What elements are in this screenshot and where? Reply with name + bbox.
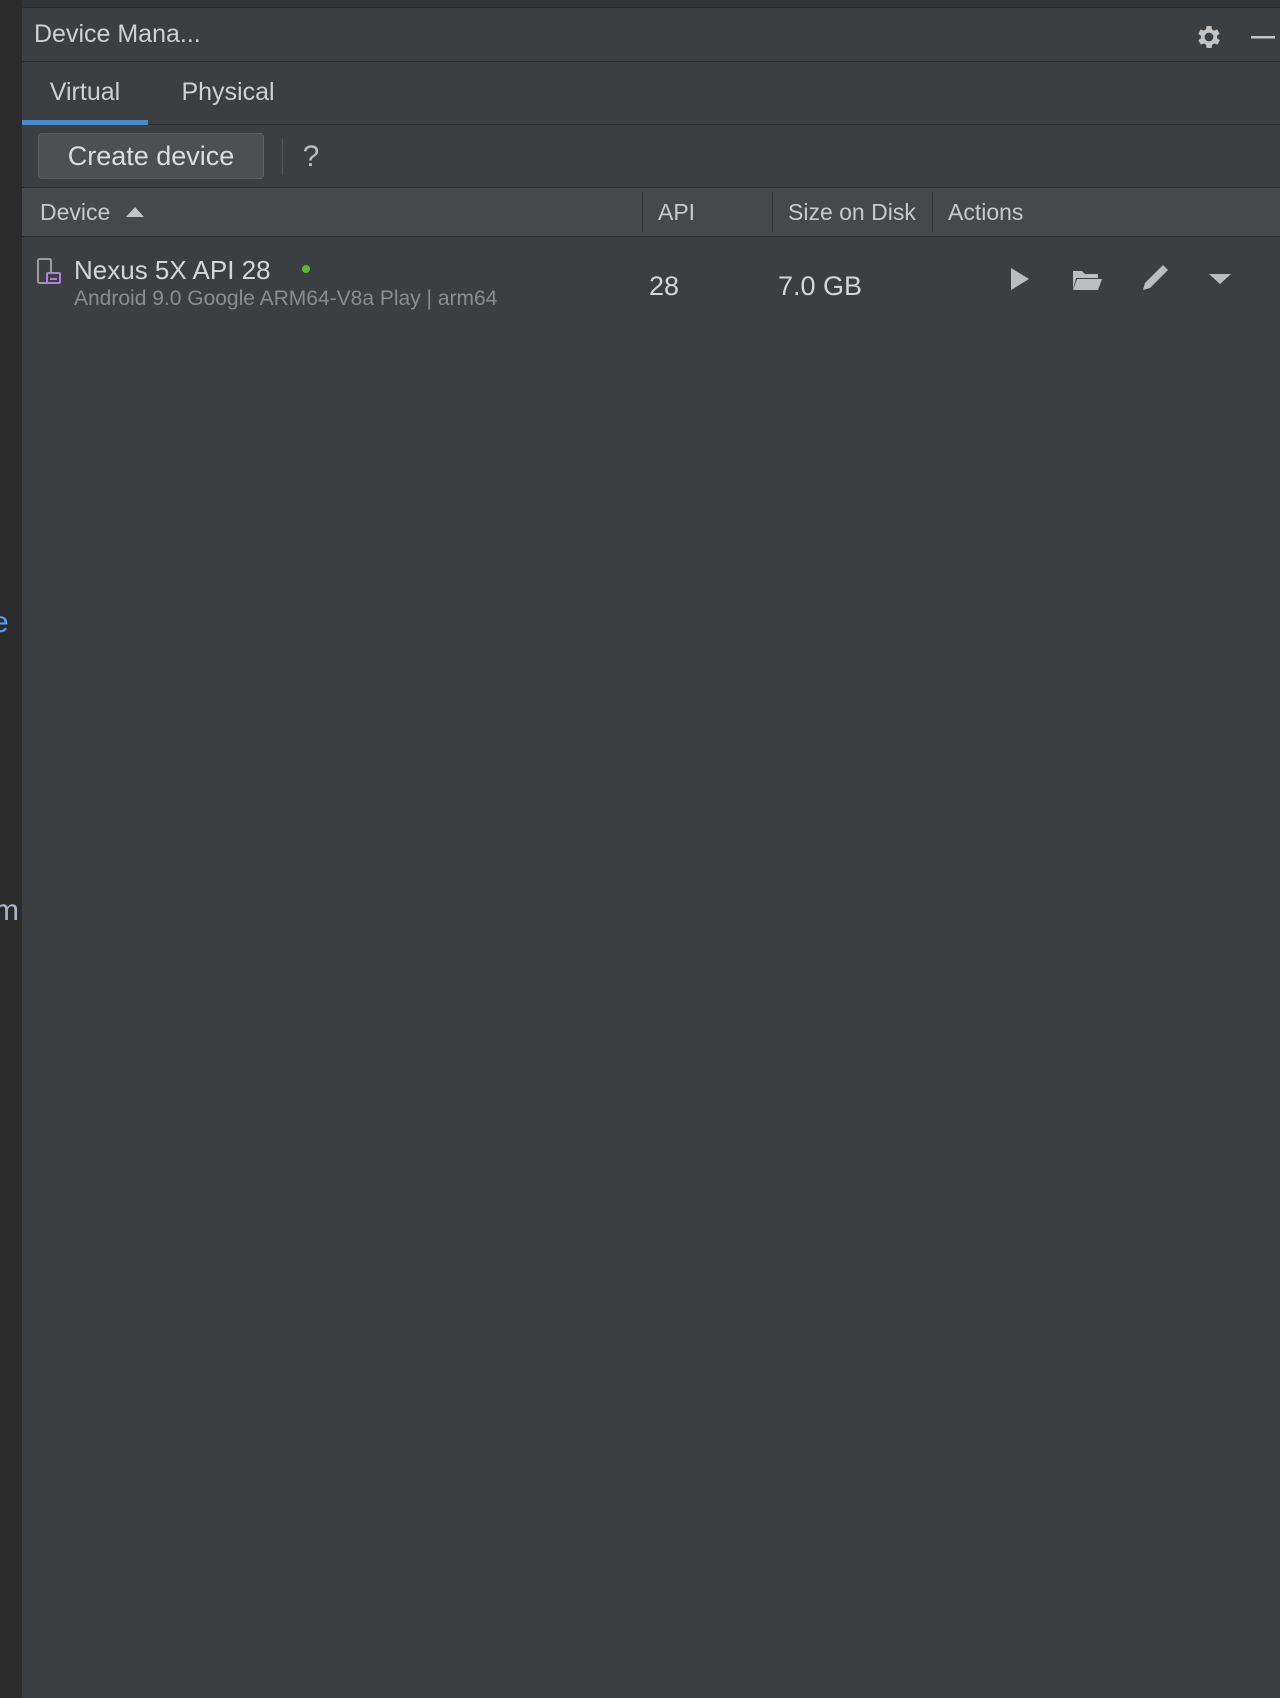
minimize-icon[interactable]	[1247, 22, 1277, 52]
panel-title: Device Mana...	[34, 20, 201, 48]
column-header-actions: Actions	[948, 199, 1024, 225]
device-api: 28	[649, 271, 680, 301]
toolbar-separator	[282, 139, 283, 175]
tab-physical[interactable]: Physical	[170, 62, 286, 124]
play-icon[interactable]	[998, 259, 1038, 299]
device-manager-window: e m Device Mana... Virtual Physical Crea…	[0, 0, 1280, 1698]
device-details: Android 9.0 Google ARM64-V8a Play | arm6…	[74, 287, 498, 310]
chevron-down-icon[interactable]	[1200, 259, 1240, 299]
editor-strip: e m	[0, 0, 23, 1698]
folder-icon[interactable]	[1066, 259, 1106, 299]
pencil-icon[interactable]	[1134, 259, 1174, 299]
title-bar: Device Mana...	[22, 8, 1280, 62]
panel-top-edge	[22, 0, 1280, 8]
column-separator[interactable]	[772, 192, 773, 232]
sort-ascending-icon[interactable]	[124, 202, 146, 222]
gear-icon[interactable]	[1194, 22, 1224, 52]
tab-virtual[interactable]: Virtual	[22, 62, 148, 125]
column-header-api[interactable]: API	[658, 188, 695, 236]
toolbar: Create device ?	[22, 125, 1280, 188]
column-header-device[interactable]: Device	[40, 188, 110, 236]
table-header: Device API Size on Disk Actions	[22, 188, 1280, 237]
device-manager-panel: Device Mana... Virtual Physical Create d…	[22, 0, 1280, 1698]
online-status-icon	[302, 265, 310, 273]
column-header-size[interactable]: Size on Disk	[788, 188, 916, 236]
help-icon[interactable]: ?	[296, 137, 326, 177]
table-row[interactable]: Nexus 5X API 28 Android 9.0 Google ARM64…	[22, 237, 1280, 331]
column-separator[interactable]	[642, 192, 643, 232]
editor-fragment-link: e	[0, 606, 9, 640]
device-size: 7.0 GB	[778, 271, 863, 301]
column-separator[interactable]	[932, 192, 933, 232]
tab-bar: Virtual Physical	[22, 62, 1280, 125]
device-name: Nexus 5X API 28	[74, 255, 271, 285]
phone-device-icon	[37, 258, 61, 284]
create-device-button[interactable]: Create device	[38, 133, 264, 179]
editor-fragment-text: m	[0, 894, 19, 928]
